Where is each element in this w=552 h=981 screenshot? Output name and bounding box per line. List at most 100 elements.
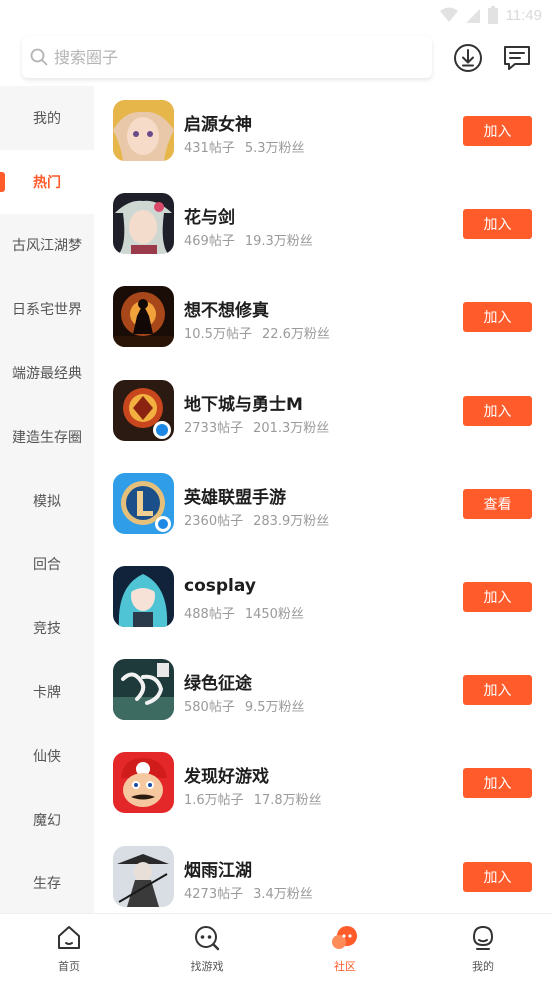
nav-find-game[interactable]: 找游戏 — [138, 914, 276, 981]
sidebar-item-xianxia[interactable]: 仙侠 — [0, 724, 94, 788]
circle-title: 绿色征途 — [184, 674, 252, 695]
swordswoman-avatar — [113, 193, 174, 255]
status-bar: 11:49 — [0, 0, 552, 32]
join-button[interactable]: 加入 — [463, 675, 532, 706]
circle-stats: 488帖子 1450粉丝 — [184, 603, 304, 622]
sidebar-item-simulation[interactable]: 模拟 — [0, 469, 94, 533]
circle-stats: 2360帖子 283.9万粉丝 — [184, 510, 329, 529]
sidebar-item-label: 建造生存圈 — [12, 429, 82, 446]
list-item[interactable]: 发现好游戏 1.6万帖子 17.8万粉丝 加入 — [94, 738, 552, 831]
join-button[interactable]: 加入 — [463, 302, 532, 333]
anime-girl-avatar — [113, 100, 174, 161]
nav-home[interactable]: 首页 — [0, 914, 138, 981]
post-count: 2733帖子 — [184, 420, 244, 436]
sidebar-item-label: 模拟 — [33, 493, 61, 510]
find-game-icon — [195, 926, 220, 951]
nav-profile[interactable]: 我的 — [414, 914, 552, 981]
sidebar-item-turn-based[interactable]: 回合 — [0, 533, 94, 597]
sidebar-item-japanese[interactable]: 日系宅世界 — [0, 277, 94, 341]
messages-button[interactable] — [501, 42, 533, 74]
list-item[interactable]: 花与剑 469帖子 19.3万粉丝 加入 — [94, 179, 552, 272]
fan-count: 17.8万粉丝 — [253, 793, 322, 809]
fan-count: 5.3万粉丝 — [244, 141, 305, 156]
sidebar-item-label: 仙侠 — [33, 748, 61, 765]
circle-stats: 2733帖子 201.3万粉丝 — [184, 417, 329, 436]
status-icons: 11:49 — [439, 6, 542, 24]
list-item[interactable]: 英雄联盟手游 2360帖子 283.9万粉丝 查看 — [94, 459, 552, 552]
list-item[interactable]: 烟雨江湖 4273帖子 3.4万粉丝 加入 — [94, 832, 552, 914]
circle-stats: 1.6万帖子 17.8万粉丝 — [184, 789, 322, 808]
mario-avatar — [113, 752, 174, 814]
sidebar-item-fantasy[interactable]: 魔幻 — [0, 788, 94, 852]
search-box[interactable] — [22, 36, 432, 78]
sidebar-item-label: 我的 — [33, 110, 61, 127]
chat-lines-icon — [504, 46, 530, 70]
header — [0, 32, 552, 86]
circle-list: 启源女神 431帖子 5.3万粉丝 加入 花与剑 469帖子 19.3万粉丝 加入 … — [94, 86, 552, 913]
join-button[interactable]: 加入 — [463, 861, 532, 892]
post-count: 580帖子 — [184, 700, 235, 716]
circle-title: 花与剑 — [184, 208, 235, 229]
sidebar-item-card[interactable]: 卡牌 — [0, 660, 94, 724]
fan-count: 1450粉丝 — [244, 606, 304, 622]
join-button[interactable]: 加入 — [463, 768, 532, 799]
fan-count: 3.4万粉丝 — [253, 886, 313, 902]
dnf-logo-avatar — [113, 379, 174, 441]
fan-count: 283.9万粉丝 — [253, 513, 330, 529]
list-item[interactable]: 绿色征途 580帖子 9.5万粉丝 加入 — [94, 645, 552, 738]
circle-title: cosplay — [184, 575, 256, 596]
circle-stats: 469帖子 19.3万粉丝 — [184, 230, 313, 249]
post-count: 10.5万帖子 — [184, 327, 252, 343]
nav-label: 我的 — [472, 960, 494, 973]
sidebar-item-label: 竞技 — [33, 621, 61, 638]
join-button[interactable]: 加入 — [463, 209, 532, 240]
bottom-nav: 首页 找游戏 社区 我的 — [0, 913, 552, 981]
fan-count: 22.6万粉丝 — [261, 327, 330, 343]
circle-title: 烟雨江湖 — [184, 860, 252, 881]
fan-count: 19.3万粉丝 — [244, 234, 313, 250]
nav-label: 社区 — [334, 960, 356, 973]
sidebar-item-pc-classic[interactable]: 端游最经典 — [0, 341, 94, 405]
circle-stats: 580帖子 9.5万粉丝 — [184, 696, 305, 715]
category-sidebar: 我的 热门 古风江湖梦 日系宅世界 端游最经典 建造生存圈 模拟 回合 竞技 卡… — [0, 86, 94, 913]
wifi-icon — [439, 7, 458, 22]
sidebar-item-label: 古风江湖梦 — [12, 238, 82, 255]
list-item[interactable]: 想不想修真 10.5万帖子 22.6万粉丝 加入 — [94, 272, 552, 365]
sidebar-item-label: 魔幻 — [33, 812, 61, 829]
circle-title: 地下城与勇士M — [184, 394, 303, 415]
download-circle-icon — [454, 44, 482, 72]
post-count: 488帖子 — [184, 606, 235, 622]
list-item[interactable]: cosplay 488帖子 1450粉丝 加入 — [94, 552, 552, 645]
circle-title: 英雄联盟手游 — [184, 487, 286, 508]
sidebar-item-competitive[interactable]: 竞技 — [0, 596, 94, 660]
sidebar-item-hot[interactable]: 热门 — [0, 149, 94, 214]
sidebar-item-label: 生存 — [33, 876, 61, 893]
status-time: 11:49 — [505, 6, 542, 24]
ink-swordsman-avatar — [113, 845, 174, 907]
circle-title: 启源女神 — [184, 115, 252, 135]
join-button[interactable]: 加入 — [463, 395, 532, 426]
circle-stats: 431帖子 5.3万粉丝 — [184, 137, 305, 156]
cultivator-avatar — [113, 286, 174, 348]
sidebar-item-label: 卡牌 — [33, 685, 61, 702]
list-item[interactable]: 启源女神 431帖子 5.3万粉丝 加入 — [94, 86, 552, 179]
list-item[interactable]: 地下城与勇士M 2733帖子 201.3万粉丝 加入 — [94, 366, 552, 459]
join-button[interactable]: 加入 — [463, 116, 532, 146]
join-button[interactable]: 加入 — [463, 581, 532, 612]
signal-icon — [465, 9, 480, 23]
circle-title: 想不想修真 — [184, 301, 269, 322]
view-button[interactable]: 查看 — [463, 488, 532, 519]
sidebar-item-mine[interactable]: 我的 — [0, 86, 94, 150]
sidebar-item-building-survival[interactable]: 建造生存圈 — [0, 405, 94, 469]
sidebar-item-ancient-style[interactable]: 古风江湖梦 — [0, 214, 94, 278]
sidebar-item-label: 端游最经典 — [12, 366, 82, 383]
sidebar-item-survival[interactable]: 生存 — [0, 852, 94, 913]
nav-community[interactable]: 社区 — [276, 914, 414, 981]
calligraphy-avatar — [113, 659, 174, 721]
search-input[interactable] — [54, 47, 414, 67]
fan-count: 201.3万粉丝 — [253, 420, 330, 436]
post-count: 1.6万帖子 — [184, 793, 244, 809]
battery-icon — [487, 6, 498, 24]
nav-label: 首页 — [58, 960, 80, 973]
download-button[interactable] — [452, 42, 484, 74]
